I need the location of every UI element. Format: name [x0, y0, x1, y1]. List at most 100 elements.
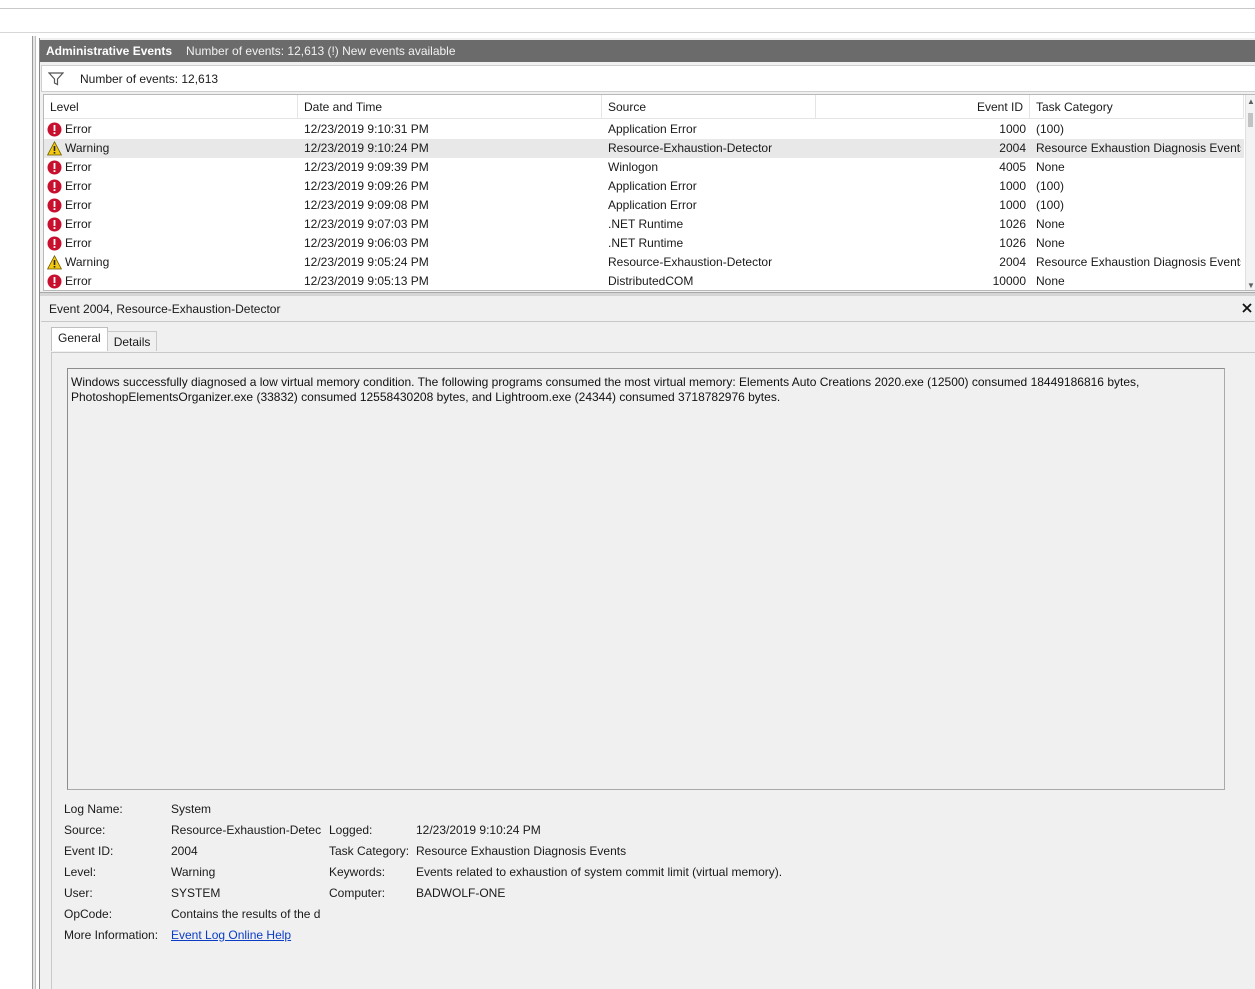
tab-general[interactable]: General	[51, 327, 108, 351]
general-tab-body: Windows successfully diagnosed a low vir…	[51, 352, 1255, 989]
cell-eventid: 2004	[999, 255, 1026, 269]
cell-eventid: 1026	[999, 236, 1026, 250]
cell-eventid: 1000	[999, 179, 1026, 193]
cell-eventid: 1000	[999, 122, 1026, 136]
task-category-label: Task Category:	[329, 844, 410, 858]
cell-source: Resource-Exhaustion-Detector	[608, 141, 773, 155]
grid-detail-splitter[interactable]	[40, 292, 1255, 296]
grid-header: Level Date and Time Source Event ID Task…	[44, 95, 1244, 119]
event-count-notice: Number of events: 12,613 (!) New events …	[186, 44, 456, 58]
table-row[interactable]: Error 12/23/2019 9:09:08 PM Application Er…	[44, 196, 1244, 215]
grid-scrollbar[interactable]: ▲ ▼	[1245, 95, 1255, 290]
cell-level: Error	[47, 158, 297, 177]
table-row[interactable]: Warning 12/23/2019 9:10:24 PM Resource-Exh…	[44, 139, 1244, 158]
event-log-online-help-link[interactable]: Event Log Online Help	[171, 925, 321, 946]
cell-source: Application Error	[608, 198, 697, 212]
cell-date: 12/23/2019 9:10:31 PM	[304, 122, 429, 136]
cell-source: Application Error	[608, 179, 697, 193]
level-text: Error	[65, 274, 92, 288]
keywords-value: Events related to exhaustion of system c…	[416, 865, 783, 879]
logged-value: 12/23/2019 9:10:24 PM	[416, 823, 541, 837]
column-header-source[interactable]: Source	[602, 95, 816, 119]
detail-tabs: General Details	[51, 327, 158, 353]
warning-icon	[47, 140, 63, 156]
error-icon	[47, 217, 62, 232]
column-header-eventid[interactable]: Event ID	[816, 95, 1030, 119]
computer-value: BADWOLF-ONE	[416, 886, 506, 900]
computer-label: Computer:	[329, 886, 386, 900]
detail-title: Event 2004, Resource-Exhaustion-Detector	[49, 302, 281, 316]
detail-panel: General Details Windows successfully dia…	[41, 323, 1255, 989]
cell-task: None	[1036, 236, 1065, 250]
level-label: Level:	[64, 865, 97, 879]
view-title: Administrative Events	[46, 44, 173, 58]
table-row[interactable]: Error 12/23/2019 9:06:03 PM .NET Runtime 10…	[44, 234, 1244, 253]
cell-level: Error	[47, 272, 297, 290]
error-icon	[47, 179, 62, 194]
logged-label: Logged:	[329, 823, 373, 837]
error-icon	[47, 160, 62, 175]
cell-task: None	[1036, 160, 1065, 174]
cell-task: (100)	[1036, 179, 1065, 193]
cell-level: Error	[47, 120, 297, 139]
cell-date: 12/23/2019 9:05:13 PM	[304, 274, 429, 288]
column-header-task[interactable]: Task Category	[1030, 95, 1244, 119]
more-info-label: More Information:	[64, 928, 159, 942]
cell-date: 12/23/2019 9:05:24 PM	[304, 255, 429, 269]
cell-date: 12/23/2019 9:10:24 PM	[304, 141, 429, 155]
table-row[interactable]: Error 12/23/2019 9:09:39 PM Winlogon 4005 No…	[44, 158, 1244, 177]
level-text: Error	[65, 160, 92, 174]
toolbar-divider	[0, 8, 1255, 9]
prop-row-user: User: SYSTEM Computer: BADWOLF-ONE	[64, 883, 1244, 904]
cell-level: Error	[47, 234, 297, 253]
source-label: Source:	[64, 823, 106, 837]
cell-source: .NET Runtime	[608, 217, 684, 231]
events-grid: Level Date and Time Source Event ID Task…	[43, 94, 1255, 291]
filter-event-count: Number of events: 12,613	[80, 71, 219, 86]
cell-eventid: 4005	[999, 160, 1026, 174]
cell-eventid: 2004	[999, 141, 1026, 155]
table-row[interactable]: Error 12/23/2019 9:05:13 PM DistributedCOM…	[44, 272, 1244, 290]
cell-level: Warning	[47, 139, 297, 158]
table-row[interactable]: Error 12/23/2019 9:09:26 PM Application Er…	[44, 177, 1244, 196]
cell-level: Warning	[47, 253, 297, 272]
cell-task: (100)	[1036, 122, 1065, 136]
column-header-level[interactable]: Level	[44, 95, 298, 119]
cell-task: (100)	[1036, 198, 1065, 212]
scroll-down-icon[interactable]: ▼	[1247, 281, 1255, 290]
column-header-date[interactable]: Date and Time	[298, 95, 602, 119]
table-row[interactable]: Error 12/23/2019 9:07:03 PM .NET Runtime 10…	[44, 215, 1244, 234]
scrollbar-thumb[interactable]	[1248, 113, 1253, 127]
event-id-value: 2004	[171, 844, 198, 858]
level-text: Warning	[65, 255, 110, 269]
task-category-value: Resource Exhaustion Diagnosis Events	[416, 844, 627, 858]
error-icon	[47, 236, 62, 251]
prop-row-event-id: Event ID: 2004 Task Category: Resource E…	[64, 841, 1244, 862]
level-text: Error	[65, 122, 92, 136]
scroll-up-icon[interactable]: ▲	[1247, 97, 1255, 106]
level-text: Error	[65, 217, 92, 231]
cell-source: .NET Runtime	[608, 236, 684, 250]
error-icon	[47, 274, 62, 289]
event-properties: Log Name: System Source: Resource-Exhaus…	[64, 799, 1244, 946]
level-value: Warning	[171, 865, 216, 879]
user-value: SYSTEM	[171, 886, 221, 900]
level-text: Error	[65, 179, 92, 193]
prop-row-more-info: More Information: Event Log Online Help	[64, 925, 1244, 946]
user-label: User:	[64, 886, 93, 900]
pane-splitter[interactable]	[32, 36, 35, 989]
cell-level: Error	[47, 215, 297, 234]
prop-row-source: Source: Resource-Exhaustion-Detect Logge…	[64, 820, 1244, 841]
prop-row-level: Level: Warning Keywords: Events related …	[64, 862, 1244, 883]
tab-details[interactable]: Details	[106, 331, 158, 351]
console-tree-pane	[0, 36, 36, 989]
source-value: Resource-Exhaustion-Detect	[171, 823, 321, 837]
event-viewer-main: Administrative Events Number of events: …	[39, 38, 1255, 989]
event-description[interactable]: Windows successfully diagnosed a low vir…	[67, 368, 1225, 790]
cell-source: Application Error	[608, 122, 697, 136]
cell-date: 12/23/2019 9:09:39 PM	[304, 160, 429, 174]
table-row[interactable]: Error 12/23/2019 9:10:31 PM Application Er…	[44, 120, 1244, 139]
table-row[interactable]: Warning 12/23/2019 9:05:24 PM Resource-Exh…	[44, 253, 1244, 272]
close-icon[interactable]	[1241, 302, 1253, 314]
grid-rows: Error 12/23/2019 9:10:31 PM Application Er…	[44, 120, 1244, 290]
